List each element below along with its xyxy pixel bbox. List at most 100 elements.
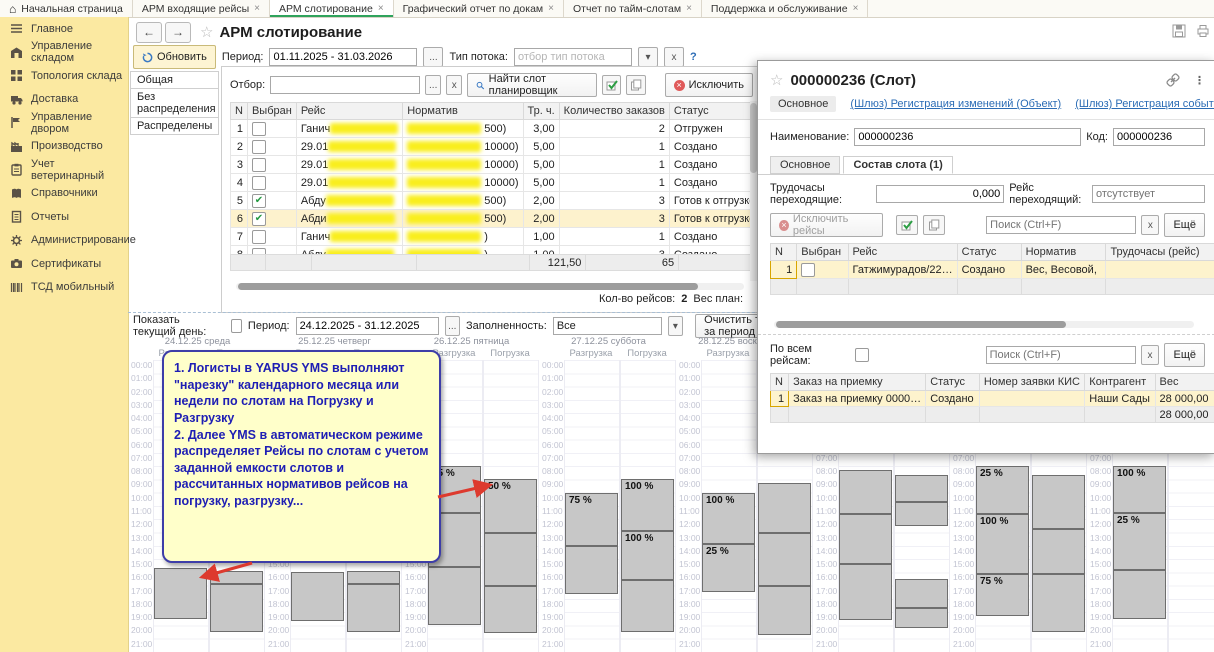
timeslot[interactable] — [839, 470, 892, 514]
sidebar-item-6[interactable]: Учет ветеринарный — [0, 158, 128, 182]
close-tab-icon[interactable]: × — [686, 3, 692, 14]
window-tab-3[interactable]: Графический отчет по докам× — [394, 0, 564, 17]
close-tab-icon[interactable]: × — [254, 3, 260, 14]
column-header[interactable]: Рейс — [848, 244, 957, 261]
timeslot[interactable] — [1113, 570, 1166, 619]
row-checkbox[interactable] — [252, 122, 266, 136]
trip-over-input[interactable] — [1092, 185, 1205, 203]
load-column[interactable]: 100 %100 % — [620, 360, 676, 652]
trips-vscrollbar[interactable] — [750, 101, 757, 281]
timeslot[interactable] — [210, 584, 263, 632]
window-tab-1[interactable]: АРМ входящие рейсы× — [133, 0, 270, 17]
check-all-button[interactable] — [602, 75, 621, 95]
fill-select[interactable]: Все — [553, 317, 662, 335]
save-icon[interactable] — [1172, 24, 1186, 38]
order-row[interactable]: 1Заказ на приемку 0000…СозданоНаши Сады2… — [771, 391, 1214, 407]
sidebar-item-7[interactable]: Справочники — [0, 182, 128, 206]
link-icon[interactable] — [1166, 73, 1180, 87]
sidebar-item-2[interactable]: Топология склада — [0, 64, 128, 88]
column-header[interactable]: N — [231, 103, 248, 120]
timeslot[interactable] — [484, 586, 537, 634]
unload-column[interactable]: 75 % — [564, 360, 620, 652]
window-tab-2[interactable]: АРМ слотирование× — [270, 0, 394, 17]
timeslot[interactable]: 100 % — [1113, 466, 1166, 512]
dialog-check-all-button[interactable] — [896, 215, 918, 235]
timeslot[interactable]: 25 % — [1113, 513, 1166, 570]
timeslot[interactable] — [758, 483, 811, 532]
show-today-checkbox[interactable] — [231, 319, 242, 333]
flow-type-clear-button[interactable]: x — [664, 47, 684, 67]
checkbox-cell[interactable] — [247, 246, 296, 255]
row-checkbox[interactable] — [801, 263, 815, 277]
timeslot[interactable] — [895, 502, 948, 526]
name-input[interactable] — [854, 128, 1081, 146]
dialog-copy-button[interactable] — [923, 215, 945, 235]
column-header[interactable]: Контрагент — [1085, 374, 1155, 391]
tab-slot-content[interactable]: Состав слота (1) — [843, 156, 952, 174]
column-header[interactable]: Тр. ч. — [523, 103, 559, 120]
close-tab-icon[interactable]: × — [548, 3, 554, 14]
timeslot[interactable]: 25 % — [976, 466, 1029, 514]
column-header[interactable]: N — [771, 244, 797, 261]
otbor-picker-button[interactable]: ... — [425, 75, 441, 95]
load-column[interactable]: 50 % — [483, 360, 539, 652]
help-icon[interactable]: ? — [690, 51, 697, 63]
timeslot[interactable]: 100 % — [621, 479, 674, 531]
table-row[interactable]: 5✔Абду████████████ 500)2,003Готов к отгр… — [231, 192, 760, 210]
timeslot[interactable] — [1032, 574, 1085, 632]
sidebar-item-1[interactable]: Управление складом — [0, 41, 128, 65]
checkbox-cell[interactable]: ✔ — [247, 210, 296, 228]
copy-button[interactable] — [626, 75, 645, 95]
back-button[interactable]: ← — [136, 22, 162, 43]
timeslot[interactable]: 100 % — [702, 493, 755, 545]
exclude-trips-dialog-button[interactable]: × Исключить рейсы — [770, 213, 883, 237]
checkbox-cell[interactable]: ✔ — [247, 192, 296, 210]
forward-button[interactable]: → — [165, 22, 191, 43]
checkbox-cell[interactable] — [247, 156, 296, 174]
checkbox-cell[interactable] — [247, 228, 296, 246]
table-row[interactable]: 6✔Абди████████████ 500)2,003Готов к отгр… — [231, 210, 760, 228]
window-tab-4[interactable]: Отчет по тайм-слотам× — [564, 0, 702, 17]
column-header[interactable]: Выбран — [247, 103, 296, 120]
sidebar-item-5[interactable]: Производство — [0, 135, 128, 159]
column-header[interactable]: Количество заказов — [559, 103, 669, 120]
sidebar-item-8[interactable]: Отчеты — [0, 205, 128, 229]
timeslot[interactable] — [895, 475, 948, 502]
all-trips-checkbox[interactable] — [855, 348, 868, 362]
close-tab-icon[interactable]: × — [378, 3, 384, 14]
table-row[interactable]: 229.01████████████ 10000)5,001Создано — [231, 138, 760, 156]
link-registration-changes[interactable]: (Шлюз) Регистрация изменений (Объект) — [850, 98, 1061, 110]
column-header[interactable]: Рейс — [296, 103, 402, 120]
find-slot-button[interactable]: Найти слот планировщик — [467, 73, 597, 97]
timeslot[interactable] — [347, 571, 400, 584]
timeslot[interactable] — [428, 567, 481, 625]
timeslot[interactable]: 100 % — [976, 514, 1029, 574]
timeslot[interactable] — [210, 571, 263, 584]
checkbox-cell[interactable] — [797, 261, 848, 279]
table-row[interactable]: 7Ганич████████████ )1,001Создано — [231, 228, 760, 246]
filter-tab-unassigned[interactable]: Без распределения — [130, 88, 219, 118]
window-tab-0[interactable]: ⌂Начальная страница — [0, 0, 133, 17]
timeslot[interactable] — [621, 580, 674, 632]
favorite-star-icon[interactable]: ☆ — [200, 23, 213, 41]
column-header[interactable]: Номер заявки КИС — [979, 374, 1084, 391]
otbor-clear-button[interactable]: x — [446, 75, 462, 95]
dialog-star-icon[interactable]: ☆ — [770, 71, 783, 89]
slot-trips-search-clear[interactable]: x — [1141, 215, 1159, 235]
sidebar-item-4[interactable]: Управление двором — [0, 111, 128, 135]
orders-search-input[interactable] — [986, 346, 1136, 364]
timeslot[interactable]: 100 % — [621, 531, 674, 580]
timeslot[interactable] — [1032, 529, 1085, 574]
timeslot[interactable] — [895, 579, 948, 608]
timeslot[interactable]: 75 % — [565, 493, 618, 546]
tab-main[interactable]: Основное — [770, 156, 840, 174]
sidebar-item-11[interactable]: ТСД мобильный — [0, 276, 128, 300]
timeslot[interactable] — [839, 564, 892, 620]
orders-search-clear[interactable]: x — [1141, 345, 1160, 365]
flow-type-combo[interactable]: отбор тип потока — [514, 48, 632, 66]
timeslot[interactable] — [484, 533, 537, 586]
timeslot[interactable] — [758, 533, 811, 586]
timeslot[interactable] — [1032, 475, 1085, 528]
table-row[interactable]: 329.01████████████ 10000)5,001Создано — [231, 156, 760, 174]
timeslot[interactable] — [758, 586, 811, 635]
